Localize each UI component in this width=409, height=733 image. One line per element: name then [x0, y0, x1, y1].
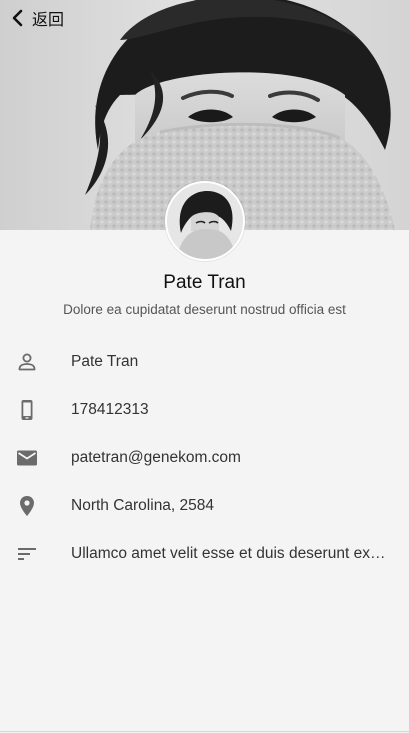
- phone-icon: [15, 398, 39, 422]
- chevron-left-icon: [12, 9, 23, 27]
- divider: [0, 731, 409, 732]
- avatar: [165, 181, 245, 261]
- location-pin-icon: [15, 494, 39, 518]
- person-icon: [15, 350, 39, 374]
- email-icon: [15, 446, 39, 470]
- profile-details: Pate Tran 178412313 patetran@genekom.com: [0, 338, 409, 578]
- back-label: 返回: [32, 12, 65, 29]
- detail-row-notes[interactable]: Ullamco amet velit esse et duis deserunt…: [0, 530, 409, 578]
- detail-row-email[interactable]: patetran@genekom.com: [0, 434, 409, 482]
- detail-row-phone[interactable]: 178412313: [0, 386, 409, 434]
- detail-text: Ullamco amet velit esse et duis deserunt…: [71, 545, 389, 562]
- detail-text: patetran@genekom.com: [71, 449, 241, 466]
- notes-icon: [15, 542, 39, 566]
- detail-text: Pate Tran: [71, 353, 139, 370]
- detail-text: 178412313: [71, 401, 149, 418]
- detail-row-name[interactable]: Pate Tran: [0, 338, 409, 386]
- detail-text: North Carolina, 2584: [71, 497, 215, 514]
- profile-name: Pate Tran: [163, 272, 246, 293]
- detail-row-location[interactable]: North Carolina, 2584: [0, 482, 409, 530]
- profile-bio: Dolore ea cupidatat deserunt nostrud off…: [63, 302, 346, 317]
- back-button[interactable]: 返回: [8, 6, 64, 30]
